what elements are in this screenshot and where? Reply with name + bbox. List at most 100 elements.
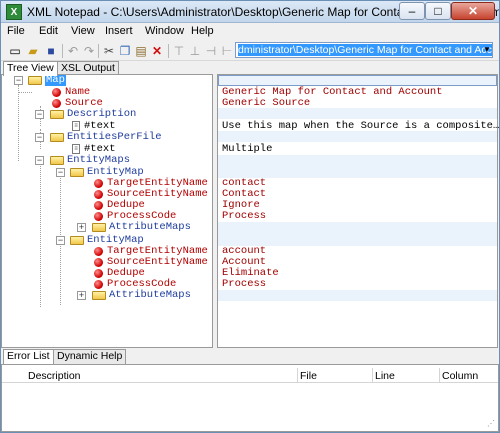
xml-notepad-app-icon[interactable]: X [6,4,22,20]
minimize-button[interactable]: – [399,2,425,20]
value-processcode[interactable]: Process [222,279,266,290]
menu-window[interactable]: Window [145,25,184,37]
tree-node-label: EntityMaps [67,154,131,166]
maximize-button[interactable]: □ [425,2,451,20]
toolbar-separator [62,44,63,58]
menu-view[interactable]: View [71,25,95,37]
error-list-header: Description File Line Column [2,368,498,383]
folder-icon [28,76,42,85]
value-row-stripe [218,131,497,142]
nudge-up-icon[interactable]: ⊤ [171,43,187,59]
app-window: X XML Notepad - C:\Users\Administrator\D… [0,0,500,433]
tree-node-entitymaps[interactable]: EntityMaps [50,155,130,166]
column-divider[interactable] [297,368,298,383]
tree-node-label: Description [67,108,137,120]
close-button[interactable]: ✕ [451,2,495,20]
collapse-toggle[interactable]: − [56,168,65,177]
collapse-toggle[interactable]: − [35,110,44,119]
value-entitiesperfile-text[interactable]: Multiple [222,144,272,155]
column-divider[interactable] [372,368,373,383]
tree-node-entitiesperfile[interactable]: EntitiesPerFile [50,132,162,143]
value-processcode[interactable]: Process [222,211,266,222]
tree-node-attributemaps[interactable]: AttributeMaps [92,290,191,301]
tree-view-pane[interactable]: − Map Name Source − Description ≡ #text −… [1,74,213,348]
file-path-value[interactable]: dministrator\Desktop\Generic Map for Con… [238,44,492,56]
folder-icon [50,110,64,119]
menu-bar: File Edit View Insert Window Help [1,23,499,41]
attribute-icon [94,212,103,221]
text-node-icon: ≡ [72,121,80,131]
tab-tree-view[interactable]: Tree View [3,61,58,76]
attribute-icon [52,88,61,97]
value-row-stripe [218,155,497,178]
tree-node-label: EntitiesPerFile [67,131,162,143]
attribute-icon [94,280,103,289]
text-node-icon: ≡ [72,144,80,154]
copy-icon[interactable]: ❐ [117,43,133,59]
toolbar-separator [168,44,169,58]
nudge-down-icon[interactable]: ⊥ [187,43,203,59]
save-icon[interactable]: ■ [43,43,59,59]
menu-help[interactable]: Help [191,25,214,37]
value-pane[interactable]: Generic Map for Contact and Account Gene… [217,74,499,348]
tree-node-label: AttributeMaps [109,289,191,301]
collapse-toggle[interactable]: − [35,156,44,165]
nudge-left-icon[interactable]: ⊣ [203,43,219,59]
file-path-combobox[interactable]: dministrator\Desktop\Generic Map for Con… [235,42,493,58]
tab-error-list[interactable]: Error List [3,349,54,364]
tree-node-label: AttributeMaps [109,221,191,233]
folder-icon [50,156,64,165]
tree-connector [60,243,61,305]
tree-connector [18,85,19,161]
attribute-icon [94,247,103,256]
new-icon[interactable]: ▭ [7,43,23,59]
attribute-icon [52,99,61,108]
value-row-stripe [218,108,497,119]
tree-node-map[interactable]: Map [28,75,66,86]
folder-icon [70,168,84,177]
bottom-panel: Error List Dynamic Help Description File… [1,349,499,432]
redo-icon[interactable]: ↷ [81,43,97,59]
cut-icon[interactable]: ✂ [101,43,117,59]
value-description-text[interactable]: Use this map when the Source is a compos… [222,121,499,132]
attribute-icon [94,179,103,188]
folder-icon [50,133,64,142]
attribute-icon [94,258,103,267]
column-header-line[interactable]: Line [375,370,395,382]
value-source[interactable]: Generic Source [222,98,310,109]
expand-toggle[interactable]: + [77,223,86,232]
open-icon[interactable]: ▰ [25,43,41,59]
tree-node-description[interactable]: Description [50,109,136,120]
resize-grip-icon[interactable]: ⋰ [487,419,497,429]
nudge-right-icon[interactable]: ⊢ [219,43,235,59]
tab-dynamic-help[interactable]: Dynamic Help [53,349,127,364]
tree-connector [18,92,32,93]
collapse-toggle[interactable]: − [56,236,65,245]
column-divider[interactable] [439,368,440,383]
error-list-grid[interactable]: Description File Line Column [1,364,499,432]
collapse-toggle[interactable]: − [14,76,23,85]
menu-file[interactable]: File [7,25,25,37]
value-row-selected[interactable] [218,75,497,86]
menu-insert[interactable]: Insert [105,25,133,37]
title-bar[interactable]: X XML Notepad - C:\Users\Administrator\D… [1,1,499,23]
value-row-stripe [218,222,497,246]
menu-edit[interactable]: Edit [39,25,58,37]
collapse-toggle[interactable]: − [35,133,44,142]
delete-icon[interactable]: ✕ [149,43,165,59]
expand-toggle[interactable]: + [77,291,86,300]
chevron-down-icon[interactable]: ▼ [481,43,493,57]
tab-xsl-output[interactable]: XSL Output [57,61,119,75]
folder-icon [92,291,106,300]
attribute-icon [94,269,103,278]
undo-icon[interactable]: ↶ [65,43,81,59]
paste-icon[interactable]: ▤ [133,43,149,59]
column-header-file[interactable]: File [300,370,317,382]
value-row-stripe [218,290,497,301]
column-header-column[interactable]: Column [442,370,478,382]
tree-connector [40,163,41,307]
column-header-description[interactable]: Description [28,370,81,382]
attribute-icon [94,201,103,210]
tree-node-attributemaps[interactable]: AttributeMaps [92,222,191,233]
folder-icon [70,236,84,245]
